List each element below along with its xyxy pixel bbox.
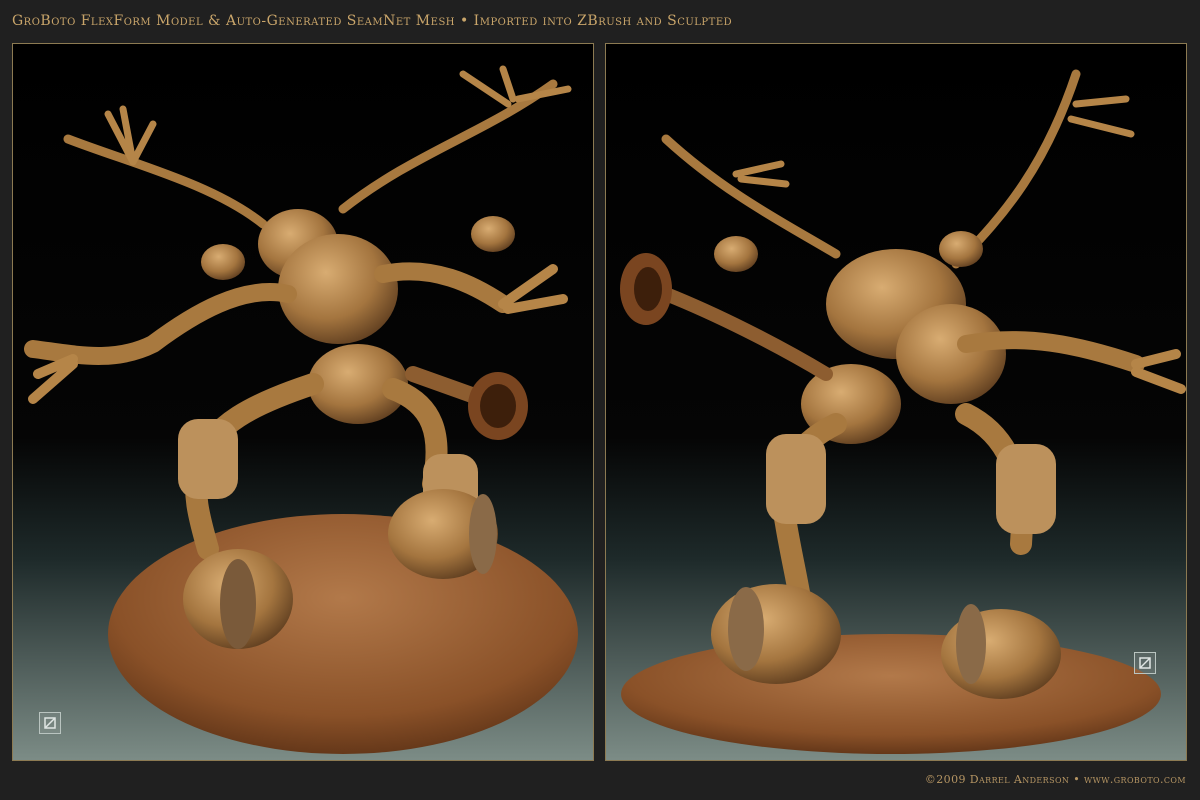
- footer-credit: ©2009 Darrel Anderson • www.groboto.com: [924, 773, 1186, 786]
- header-title: GroBoto FlexForm Model & Auto-Generated …: [12, 13, 733, 29]
- render-panel-front: [12, 43, 594, 761]
- render-panel-side: [605, 43, 1187, 761]
- sculpture-render-side: [620, 69, 1186, 754]
- zbrush-logo-icon: [1134, 652, 1156, 674]
- zbrush-logo-icon: [39, 712, 61, 734]
- sculpture-render-front: [24, 65, 578, 754]
